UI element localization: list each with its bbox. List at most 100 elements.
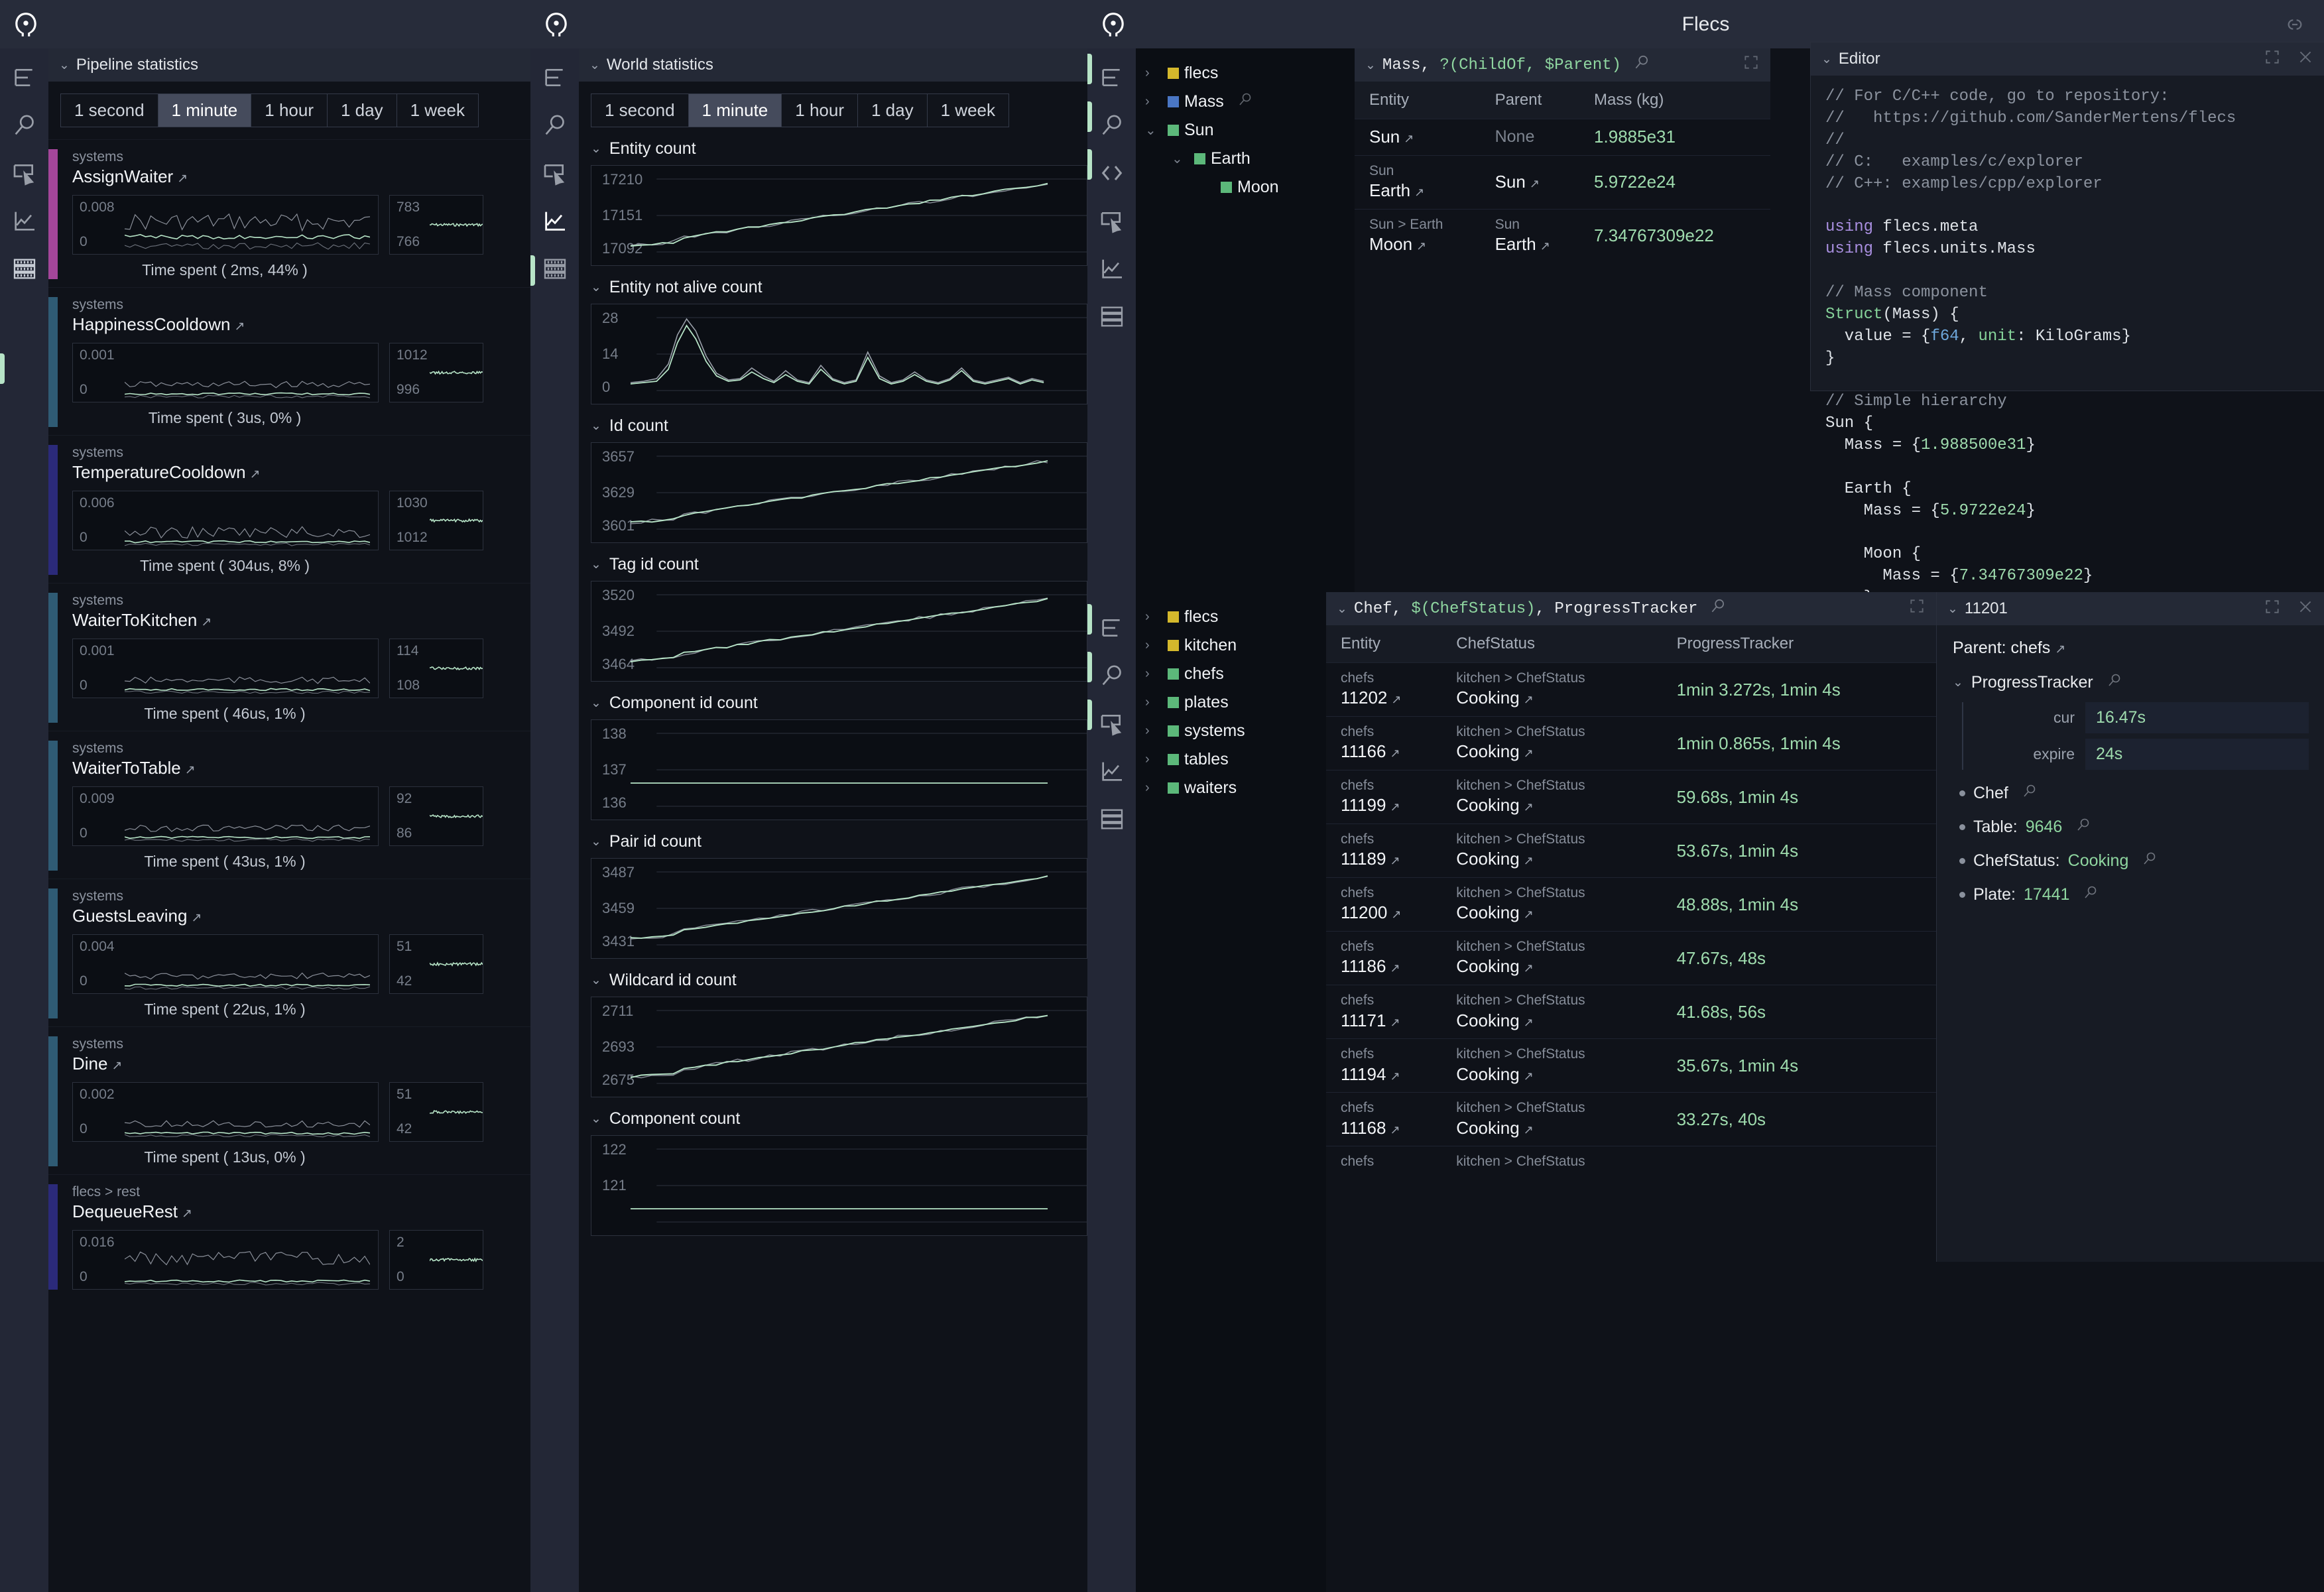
tab-1-week[interactable]: 1 week bbox=[926, 93, 1009, 127]
tree-icon[interactable] bbox=[10, 63, 39, 92]
entity-name[interactable]: Sun ↗ bbox=[1369, 126, 1481, 149]
tree-expander-icon[interactable]: › bbox=[1145, 609, 1162, 625]
external-link-icon[interactable]: ↗ bbox=[1524, 800, 1534, 814]
cell-entity[interactable]: chefs 11168 ↗ bbox=[1326, 1092, 1442, 1146]
external-link-icon[interactable]: ↗ bbox=[1390, 1070, 1400, 1083]
expand-icon[interactable] bbox=[1743, 54, 1760, 76]
external-link-icon[interactable]: ↗ bbox=[1524, 747, 1534, 760]
cell-chefstatus[interactable]: kitchen > ChefStatus Cooking ↗ bbox=[1441, 1038, 1662, 1093]
tree-item-tables[interactable]: › tables bbox=[1145, 745, 1326, 774]
external-link-icon[interactable]: ↗ bbox=[1390, 1016, 1400, 1029]
chart-title-row[interactable]: ⌄ Pair id count bbox=[591, 832, 1087, 851]
chart-title-row[interactable]: ⌄ Wildcard id count bbox=[591, 971, 1087, 990]
expand-icon[interactable] bbox=[2264, 598, 2281, 620]
external-link-icon[interactable]: ↗ bbox=[185, 763, 196, 777]
field-value[interactable]: 16.47s bbox=[2085, 702, 2309, 733]
tree-item-mass[interactable]: › Mass bbox=[1145, 88, 1355, 116]
tree-expander-icon[interactable]: › bbox=[1145, 666, 1162, 682]
chevron-down-icon[interactable]: ⌄ bbox=[591, 280, 601, 295]
table-row[interactable]: chefs 11171 ↗ kitchen > ChefStatus Cooking ↗ 4… bbox=[1326, 985, 1936, 1039]
search-icon[interactable] bbox=[2083, 885, 2099, 905]
table-icon[interactable] bbox=[1097, 804, 1127, 833]
entity-name[interactable]: 11202 ↗ bbox=[1341, 687, 1441, 709]
external-link-icon[interactable]: ↗ bbox=[191, 911, 202, 925]
status-name[interactable]: Cooking ↗ bbox=[1456, 848, 1662, 871]
search-icon[interactable] bbox=[10, 111, 39, 140]
close-icon[interactable] bbox=[2297, 598, 2314, 620]
external-link-icon[interactable]: ↗ bbox=[1414, 186, 1424, 199]
system-name[interactable]: WaiterToTable ↗ bbox=[72, 758, 530, 778]
entity-name[interactable]: 11194 ↗ bbox=[1341, 1064, 1441, 1086]
editor-code[interactable]: // For C/C++ code, go to repository: // h… bbox=[1811, 76, 2324, 664]
chevron-down-icon[interactable]: ⌄ bbox=[591, 834, 601, 849]
system-name[interactable]: Dine ↗ bbox=[72, 1054, 530, 1074]
chevron-down-icon[interactable]: ⌄ bbox=[1947, 601, 1958, 617]
chevron-down-icon[interactable]: ⌄ bbox=[59, 58, 70, 73]
table-row[interactable]: chefs 11186 ↗ kitchen > ChefStatus Cooking ↗ 4… bbox=[1326, 931, 1936, 985]
external-link-icon[interactable]: ↗ bbox=[1390, 1123, 1400, 1136]
chart-title-row[interactable]: ⌄ Id count bbox=[591, 416, 1087, 436]
tree-expander-icon[interactable]: ⌄ bbox=[1145, 122, 1162, 139]
tab-1-second[interactable]: 1 second bbox=[60, 93, 158, 127]
tree-expander-icon[interactable]: › bbox=[1145, 94, 1162, 109]
status-name[interactable]: Cooking ↗ bbox=[1456, 741, 1662, 763]
table-icon[interactable] bbox=[540, 254, 570, 283]
cell-entity[interactable]: chefs 11202 ↗ bbox=[1326, 662, 1442, 717]
world-rail[interactable] bbox=[530, 48, 579, 1592]
chef-query-header[interactable]: ⌄ Chef, $(ChefStatus), ProgressTracker bbox=[1326, 592, 1936, 625]
tree-item-kitchen[interactable]: › kitchen bbox=[1145, 631, 1326, 660]
inspector-bullet[interactable]: Plate: 17441 bbox=[1959, 885, 2309, 905]
external-link-icon[interactable]: ↗ bbox=[1524, 1016, 1534, 1029]
external-link-icon[interactable]: ↗ bbox=[1524, 1070, 1534, 1083]
entity-name[interactable]: Earth ↗ bbox=[1369, 180, 1481, 202]
search-icon[interactable] bbox=[540, 111, 570, 140]
entity-name[interactable]: 11168 ↗ bbox=[1341, 1117, 1441, 1140]
inspect-icon[interactable] bbox=[1097, 206, 1127, 235]
main-rail-top[interactable] bbox=[1087, 48, 1136, 607]
tab-1-day[interactable]: 1 day bbox=[857, 93, 927, 127]
table-row[interactable]: Sun Earth ↗ Sun ↗ 5.9722e24 bbox=[1355, 154, 1770, 210]
external-link-icon[interactable]: ↗ bbox=[1416, 239, 1426, 253]
tab-1-day[interactable]: 1 day bbox=[327, 93, 397, 127]
table-icon[interactable] bbox=[10, 254, 39, 283]
entity-name[interactable]: 11200 ↗ bbox=[1341, 902, 1441, 924]
search-icon[interactable] bbox=[1237, 92, 1253, 112]
pipeline-rail[interactable] bbox=[0, 48, 48, 1592]
search-icon[interactable] bbox=[2142, 851, 2158, 871]
cell-parent[interactable]: None bbox=[1480, 119, 1580, 156]
cell-parent[interactable]: Sun ↗ bbox=[1480, 154, 1580, 210]
cell-entity[interactable]: chefs 11171 ↗ bbox=[1326, 985, 1442, 1039]
external-link-icon[interactable]: ↗ bbox=[1524, 854, 1534, 867]
table-row[interactable]: Sun ↗ None 1.9885e31 bbox=[1355, 119, 1770, 156]
status-name[interactable]: Cooking ↗ bbox=[1456, 1117, 1662, 1140]
system-name[interactable]: HappinessCooldown ↗ bbox=[72, 314, 530, 335]
main-rail-bottom[interactable] bbox=[1087, 592, 1136, 1592]
cell-entity[interactable]: chefs 11199 ↗ bbox=[1326, 770, 1442, 824]
tree-item-systems[interactable]: › systems bbox=[1145, 717, 1326, 745]
external-link-icon[interactable]: ↗ bbox=[1390, 747, 1400, 760]
tree-expander-icon[interactable]: › bbox=[1145, 752, 1162, 767]
system-name[interactable]: AssignWaiter ↗ bbox=[72, 166, 530, 187]
inspect-icon[interactable] bbox=[540, 158, 570, 188]
pipeline-panel-header[interactable]: ⌄ Pipeline statistics bbox=[48, 48, 530, 82]
chart-title-row[interactable]: ⌄ Entity count bbox=[591, 139, 1087, 158]
close-icon[interactable] bbox=[2297, 48, 2314, 70]
search-icon[interactable] bbox=[1097, 661, 1127, 690]
tree-item-earth[interactable]: ⌄ Earth bbox=[1145, 145, 1355, 173]
table-row[interactable]: chefs 11194 ↗ kitchen > ChefStatus Cooking ↗ 3… bbox=[1326, 1038, 1936, 1093]
parent-name[interactable]: Sun ↗ bbox=[1495, 171, 1579, 194]
parent-name[interactable]: Earth ↗ bbox=[1495, 233, 1579, 256]
system-name[interactable]: WaiterToKitchen ↗ bbox=[72, 610, 530, 631]
search-icon[interactable] bbox=[2075, 817, 2091, 837]
entity-name[interactable]: 11189 ↗ bbox=[1341, 848, 1441, 871]
tree-icon[interactable] bbox=[1097, 63, 1127, 92]
world-panel-header[interactable]: ⌄ World statistics bbox=[579, 48, 1087, 82]
table-row[interactable]: chefs kitchen > ChefStatus bbox=[1326, 1146, 1936, 1178]
status-name[interactable]: Cooking ↗ bbox=[1456, 687, 1662, 709]
tree-item-moon[interactable]: Moon bbox=[1145, 173, 1355, 202]
external-link-icon[interactable]: ↗ bbox=[177, 172, 188, 186]
table-row[interactable]: chefs 11199 ↗ kitchen > ChefStatus Cooking ↗ 5… bbox=[1326, 770, 1936, 824]
system-name[interactable]: TemperatureCooldown ↗ bbox=[72, 462, 530, 483]
status-name[interactable]: Cooking ↗ bbox=[1456, 1064, 1662, 1086]
chevron-down-icon[interactable]: ⌄ bbox=[1821, 52, 1832, 67]
